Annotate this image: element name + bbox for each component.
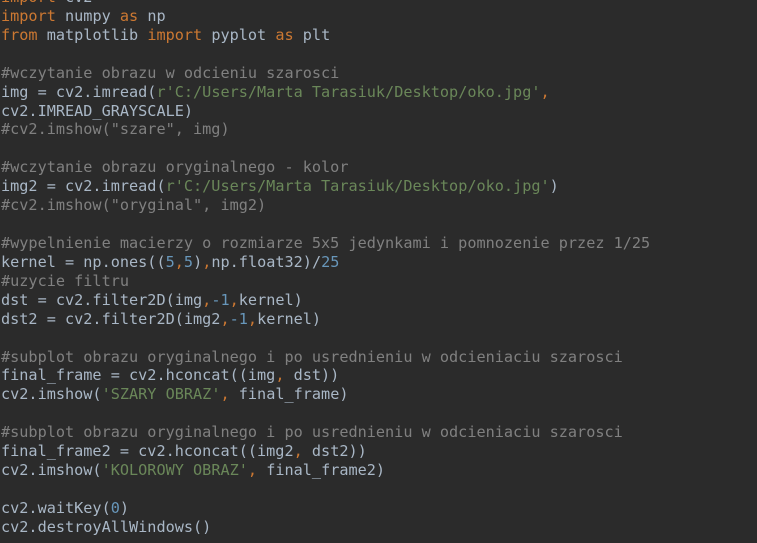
code-token-text: kernel)	[238, 290, 303, 309]
code-token-text: np.float32)/	[211, 252, 322, 271]
code-token-text: final_frame)	[229, 385, 349, 404]
code-token-comment: #cv2.imshow("szare", img)	[1, 120, 230, 139]
code-token-keyword: import	[147, 25, 203, 44]
code-token-text: cv2.waitKey(	[1, 498, 111, 517]
code-token-text: final_frame2)	[257, 461, 386, 480]
code-token-keyword: import	[1, 6, 56, 25]
code-token-comment: #cv2.imshow("oryginal", img2)	[1, 196, 267, 215]
code-token-string: 'KOLOROWY OBRAZ'	[101, 461, 248, 480]
code-token-string: r'C:/Users/Marta Tarasiuk/Desktop/oko.jp…	[165, 177, 550, 196]
code-line[interactable]	[1, 215, 757, 234]
code-line[interactable]	[1, 329, 757, 348]
code-token-text: dst))	[284, 366, 340, 385]
code-line[interactable]: from matplotlib import pyplot as plt	[1, 26, 757, 45]
code-line[interactable]: dst = cv2.filter2D(img,-1,kernel)	[1, 291, 757, 310]
code-token-text: cv2	[56, 0, 92, 6]
code-token-text: plt	[293, 25, 331, 44]
code-line[interactable]: #subplot obrazu oryginalnego i po usredn…	[1, 348, 757, 367]
code-line[interactable]: cv2.imshow('SZARY OBRAZ', final_frame)	[1, 385, 757, 404]
code-token-keyword: ,	[229, 290, 239, 309]
code-token-text: cv2.destroyAllWindows()	[1, 517, 212, 536]
code-line[interactable]: img2 = cv2.imread(r'C:/Users/Marta Taras…	[1, 177, 757, 196]
code-token-text: dst = cv2.filter2D(img	[1, 290, 203, 309]
code-token-text: img2 = cv2.imread(	[1, 177, 166, 196]
code-token-keyword: ,	[540, 82, 550, 101]
code-line[interactable]: #cv2.imshow("szare", img)	[1, 120, 757, 139]
code-token-number: 25	[321, 252, 340, 271]
code-token-text: )	[119, 498, 130, 517]
code-token-comment: #wczytanie obrazu w odcieniu szarosci	[1, 63, 340, 82]
code-token-keyword: as	[275, 25, 294, 44]
code-token-string: r'C:/Users/Marta Tarasiuk/Desktop/oko.jp…	[156, 82, 541, 101]
code-token-keyword: ,	[220, 385, 230, 404]
code-token-keyword: ,	[220, 309, 230, 328]
code-line[interactable]: cv2.IMREAD_GRAYSCALE)	[1, 102, 757, 121]
code-line[interactable]: cv2.waitKey(0)	[1, 499, 757, 518]
code-token-text: matplotlib	[37, 25, 148, 44]
code-line[interactable]: final_frame = cv2.hconcat((img, dst))	[1, 366, 757, 385]
code-area[interactable]: import cv2import numpy as npfrom matplot…	[1, 0, 757, 537]
code-token-keyword: ,	[202, 290, 212, 309]
code-token-text: pyplot	[202, 25, 276, 44]
code-token-text: numpy	[55, 6, 120, 25]
code-token-text: cv2.imshow(	[1, 385, 102, 404]
code-token-keyword: ,	[293, 442, 303, 461]
code-line[interactable]: import numpy as np	[1, 7, 757, 26]
code-token-number: 0	[110, 498, 120, 517]
code-token-keyword: import	[1, 0, 56, 6]
code-line[interactable]: #wypelnienie macierzy o rozmiarze 5x5 je…	[1, 234, 757, 253]
code-token-keyword: as	[119, 6, 139, 25]
code-line[interactable]: #cv2.imshow("oryginal", img2)	[1, 196, 757, 215]
code-line[interactable]: import cv2	[1, 0, 757, 7]
code-line[interactable]: img = cv2.imread(r'C:/Users/Marta Tarasi…	[1, 83, 757, 102]
code-line[interactable]: cv2.destroyAllWindows()	[1, 518, 757, 537]
code-token-comment: #wczytanie obrazu oryginalnego - kolor	[1, 158, 349, 177]
code-token-comment: #uzycie filtru	[1, 271, 130, 290]
code-token-comment: #wypelnienie macierzy o rozmiarze 5x5 je…	[1, 233, 651, 252]
code-token-number: 5	[165, 252, 175, 271]
code-line[interactable]	[1, 139, 757, 158]
code-token-keyword: ,	[247, 309, 258, 328]
code-token-text: cv2.IMREAD_GRAYSCALE)	[1, 101, 194, 120]
code-token-string: 'SZARY OBRAZ'	[101, 385, 221, 404]
code-token-keyword: from	[1, 25, 38, 44]
code-token-keyword: ,	[174, 252, 184, 271]
code-token-comment: #subplot obrazu oryginalnego i po usredn…	[1, 347, 623, 366]
code-token-text: final_frame2 = cv2.hconcat((img2	[1, 442, 294, 461]
code-token-text: )	[193, 252, 203, 271]
code-line[interactable]: #subplot obrazu oryginalnego i po usredn…	[1, 423, 757, 442]
code-token-text: kernel = np.ones((	[1, 252, 166, 271]
code-token-keyword: ,	[247, 461, 258, 480]
code-line[interactable]	[1, 480, 757, 499]
code-line[interactable]: kernel = np.ones((5,5),np.float32)/25	[1, 253, 757, 272]
code-token-text: final_frame = cv2.hconcat((img	[1, 366, 276, 385]
code-token-text: dst2 = cv2.filter2D(img2	[1, 309, 221, 328]
code-line[interactable]: #wczytanie obrazu w odcieniu szarosci	[1, 64, 757, 83]
code-line[interactable]: final_frame2 = cv2.hconcat((img2, dst2))	[1, 442, 757, 461]
code-line[interactable]: dst2 = cv2.filter2D(img2,-1,kernel)	[1, 310, 757, 329]
code-token-text: np	[138, 6, 166, 25]
code-line[interactable]: cv2.imshow('KOLOROWY OBRAZ', final_frame…	[1, 461, 757, 480]
code-token-number: 5	[183, 252, 194, 271]
code-token-number: -1	[211, 290, 230, 309]
code-token-text: )	[549, 177, 559, 196]
code-line[interactable]	[1, 45, 757, 64]
code-token-keyword: ,	[202, 252, 212, 271]
code-token-text: kernel)	[257, 309, 322, 328]
code-line[interactable]	[1, 404, 757, 423]
code-line[interactable]: #uzycie filtru	[1, 272, 757, 291]
code-token-number: -1	[229, 309, 248, 328]
code-token-text: dst2))	[302, 442, 367, 461]
code-editor[interactable]: import cv2import numpy as npfrom matplot…	[0, 0, 757, 543]
code-token-comment: #subplot obrazu oryginalnego i po usredn…	[1, 423, 623, 442]
code-token-text: img = cv2.imread(	[1, 82, 157, 101]
code-line[interactable]: #wczytanie obrazu oryginalnego - kolor	[1, 158, 757, 177]
code-token-text: cv2.imshow(	[1, 461, 102, 480]
